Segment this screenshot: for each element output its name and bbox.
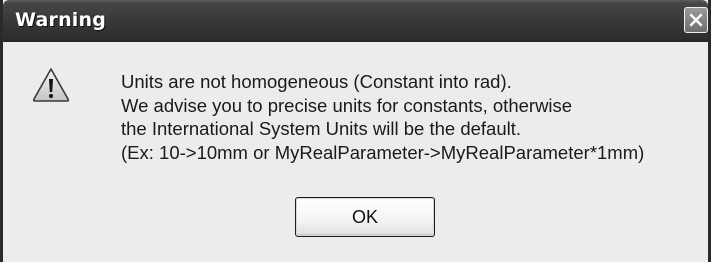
message-line: Units are not homogeneous (Constant into…	[121, 71, 512, 92]
title-bar[interactable]: Warning	[3, 0, 708, 42]
close-button[interactable]	[684, 7, 708, 33]
warning-icon	[31, 66, 71, 104]
message-line: (Ex: 10->10mm or MyRealParameter->MyReal…	[121, 141, 645, 163]
close-icon	[689, 13, 703, 27]
dialog-content: Units are not homogeneous (Constant into…	[3, 42, 708, 262]
message-line: We advise you to precise units for const…	[121, 94, 573, 116]
dialog-title: Warning	[15, 9, 107, 31]
message-line: the International System Units will be t…	[121, 118, 522, 139]
warning-dialog: Warning Units are not homogeneous (Const…	[0, 0, 711, 262]
ok-button[interactable]: OK	[295, 197, 435, 237]
warning-message: Units are not homogeneous (Constant into…	[121, 70, 711, 164]
